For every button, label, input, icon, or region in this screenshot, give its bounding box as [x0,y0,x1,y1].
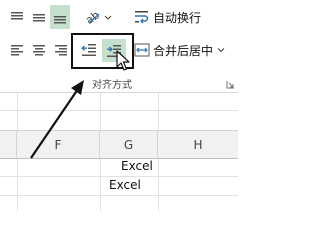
annotation-arrow [30,80,84,159]
